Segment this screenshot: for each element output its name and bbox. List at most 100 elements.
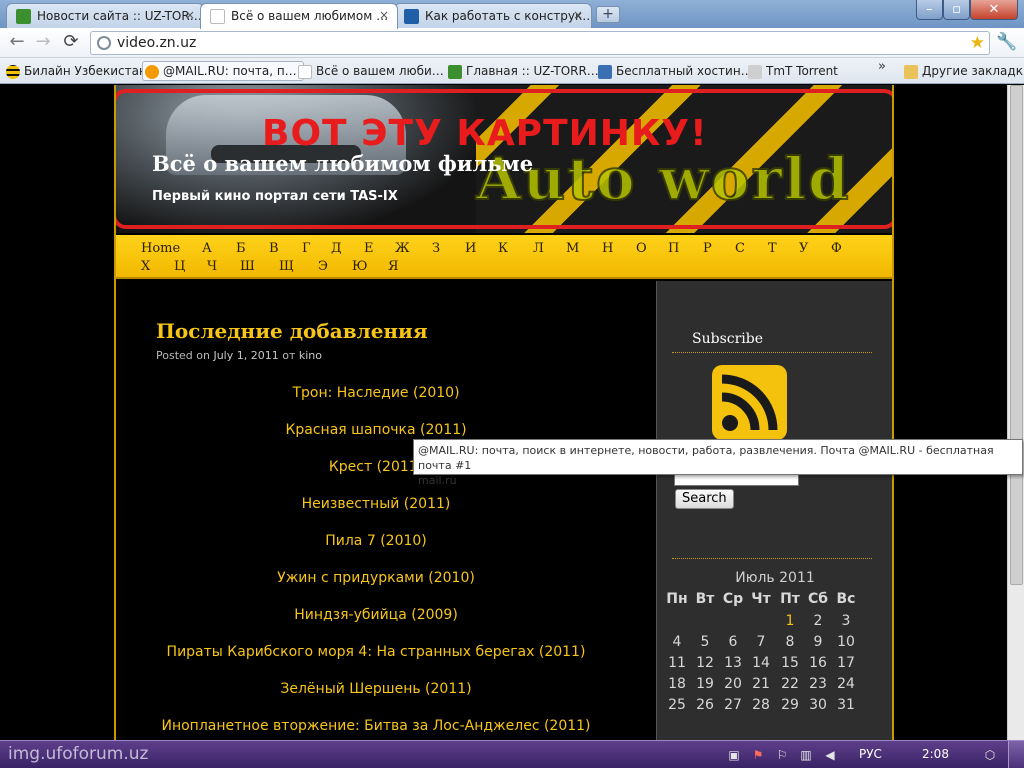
calendar-day: 11 [668, 655, 686, 671]
nav-letter[interactable]: Я [388, 259, 399, 274]
calendar-day: 21 [752, 676, 770, 692]
calendar-day: 29 [781, 697, 799, 713]
nav-letter[interactable]: С [735, 241, 745, 256]
nav-letter[interactable]: Р [703, 241, 712, 256]
network-icon[interactable]: ▣ [726, 747, 742, 763]
nav-letter[interactable]: П [668, 241, 679, 256]
reload-icon[interactable]: ⟳ [60, 32, 82, 54]
action-center-icon[interactable]: ⬡ [982, 747, 998, 763]
maximize-button[interactable]: ▫ [943, 0, 970, 20]
post-author-link[interactable]: kino [299, 349, 322, 362]
nav-letter[interactable]: Б [236, 241, 246, 256]
flag-icon[interactable]: ⚐ [774, 747, 790, 763]
address-bar[interactable]: video.zn.uz ★ [90, 31, 990, 55]
minimize-button[interactable]: – [916, 0, 943, 20]
language-indicator[interactable]: РУС [859, 747, 882, 761]
nav-letter[interactable]: Ю [352, 259, 368, 274]
other-bookmarks-folder[interactable]: Другие закладки [902, 62, 1024, 82]
back-arrow-icon[interactable]: ← [6, 32, 28, 54]
vertical-scrollbar[interactable] [1007, 85, 1024, 740]
movie-link[interactable]: Пираты Карибского моря 4: На странных бе… [116, 644, 636, 660]
calendar-day-link[interactable]: 1 [776, 613, 804, 629]
nav-letter[interactable]: Ш [240, 259, 255, 274]
close-window-button[interactable]: ✕ [970, 0, 1018, 20]
calendar-weekday: Чт [751, 591, 771, 607]
nav-letter[interactable]: З [432, 241, 440, 256]
nav-letter[interactable]: О [636, 241, 647, 256]
nav-letter[interactable]: Т [768, 241, 777, 256]
bookmarks-overflow-chevron-icon[interactable]: » [878, 59, 886, 74]
tmt-icon [748, 65, 762, 79]
post-date-link[interactable]: July 1, 2011 [213, 349, 278, 362]
nav-letter[interactable]: В [269, 241, 279, 256]
nav-letter[interactable]: А [202, 241, 212, 256]
calendar-day: 7 [756, 634, 766, 650]
tab-1[interactable]: Новости сайта :: UZ-TOR… × [6, 3, 204, 28]
nav-letter[interactable]: У [799, 241, 808, 256]
scrollbar-thumb[interactable] [1010, 85, 1023, 585]
nav-letter[interactable]: Ч [207, 259, 217, 274]
close-icon[interactable]: × [185, 8, 195, 22]
calendar-day: 22 [781, 676, 799, 692]
nav-letter[interactable]: Л [533, 241, 544, 256]
nav-letter[interactable]: К [498, 241, 508, 256]
movie-link[interactable]: Зелёный Шершень (2011) [116, 681, 636, 697]
tab-2[interactable]: Всё о вашем любимом … × [200, 3, 398, 29]
nav-letter[interactable]: Д [331, 241, 342, 256]
bookmark-star-icon[interactable]: ★ [970, 33, 985, 53]
page-icon [298, 65, 312, 79]
movie-link[interactable]: Ниндзя-убийца (2009) [116, 607, 636, 623]
show-desktop-button[interactable] [1008, 741, 1024, 768]
calendar-day: 19 [696, 676, 714, 692]
forward-arrow-icon[interactable]: → [32, 32, 54, 54]
calendar-day: 4 [672, 634, 682, 650]
bookmark-beeline[interactable]: Билайн Узбекистан [4, 62, 147, 82]
bookmark-kino[interactable]: Всё о вашем люби… [296, 62, 444, 82]
nav-home[interactable]: Home [141, 241, 180, 256]
nav-letter[interactable]: И [465, 241, 476, 256]
nav-letter[interactable]: Е [364, 241, 374, 256]
movie-link[interactable]: Пила 7 (2010) [116, 533, 636, 549]
nav-letter[interactable]: Щ [279, 259, 294, 274]
nav-letter[interactable]: Н [602, 241, 613, 256]
wrench-icon[interactable]: 🔧 [996, 32, 1017, 52]
movie-link[interactable]: Трон: Наследие (2010) [116, 385, 636, 401]
close-icon[interactable]: × [573, 8, 583, 22]
clock[interactable]: 2:08 [922, 747, 949, 761]
close-icon[interactable]: × [379, 8, 389, 22]
nav-letter[interactable]: Ж [395, 241, 410, 256]
calendar-caption: Июль 2011 [735, 570, 815, 586]
bookmark-tooltip: @MAIL.RU: почта, поиск в интернете, ново… [413, 439, 1023, 487]
page-favicon-icon [210, 9, 225, 24]
calendar-weekday: Сб [807, 591, 829, 607]
movie-link[interactable]: Инопланетное вторжение: Битва за Лос-Анд… [116, 718, 636, 734]
tooltip-title: @MAIL.RU: почта, поиск в интернете, ново… [418, 444, 994, 472]
nav-letter[interactable]: Г [302, 241, 311, 256]
search-button[interactable]: Search [675, 489, 734, 509]
speaker-icon[interactable]: ◀ [822, 747, 838, 763]
new-tab-button[interactable]: + [596, 6, 620, 23]
bookmark-uztorrent[interactable]: Главная :: UZ-TORR… [446, 62, 599, 82]
calendar-day: 17 [837, 655, 855, 671]
movie-link[interactable]: Ужин с придурками (2010) [116, 570, 636, 586]
nav-letter[interactable]: Х [141, 259, 150, 274]
annotation-text: ВОТ ЭТУ КАРТИНКУ! [262, 113, 708, 154]
rss-icon[interactable] [712, 365, 787, 440]
nav-letter[interactable]: М [566, 241, 579, 256]
calendar-weekday: Вт [695, 591, 715, 607]
bookmark-tmt[interactable]: TmT Torrent [746, 62, 838, 82]
bookmark-hosting[interactable]: Бесплатный хостин… [596, 62, 753, 82]
flag-icon[interactable]: ⚑ [750, 747, 766, 763]
nav-letter[interactable]: Ц [174, 259, 185, 274]
post-title[interactable]: Последние добавления [156, 319, 428, 343]
bookmark-mailru[interactable]: @MAIL.RU: почта, п… [142, 61, 304, 81]
movie-link[interactable]: Красная шапочка (2011) [116, 422, 636, 438]
tab-3[interactable]: Как работать с конструк… × [394, 3, 592, 28]
nav-letter[interactable]: Э [318, 259, 328, 274]
url-text[interactable]: video.zn.uz [117, 35, 196, 51]
calendar-weekday: Ср [722, 591, 744, 607]
network-status-icon[interactable]: ▥ [798, 747, 814, 763]
nav-letter[interactable]: Ф [831, 241, 842, 256]
bookmark-label: Всё о вашем люби… [316, 64, 444, 78]
movie-link[interactable]: Неизвестный (2011) [116, 496, 636, 512]
